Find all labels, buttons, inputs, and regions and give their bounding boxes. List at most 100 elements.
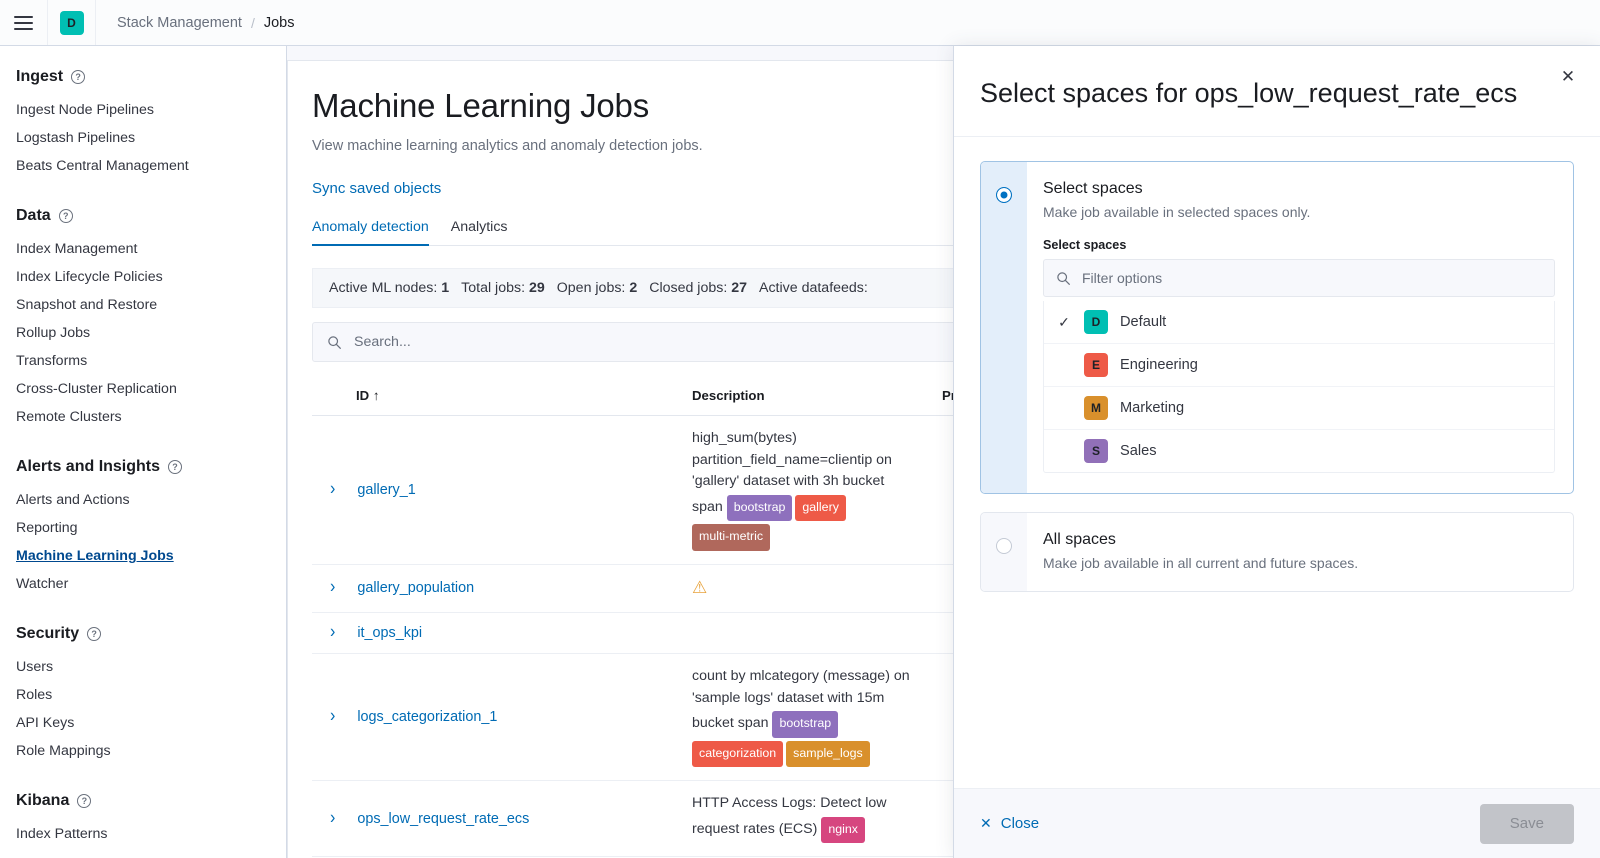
search-icon [1057,271,1070,285]
tag-badge[interactable]: sample_logs [786,740,870,767]
warning-icon[interactable]: ⚠ [692,578,707,597]
job-id-link[interactable]: gallery_1 [357,482,415,498]
job-id-link[interactable]: gallery_population [357,580,474,596]
space-name-label: Engineering [1120,357,1198,373]
stat-total-jobs: Total jobs: 29 [461,280,545,296]
sidebar-group-kibana: Kibana? Index Patterns [0,792,286,849]
sidebar-item-watcher[interactable]: Watcher [0,571,286,599]
job-id-link[interactable]: logs_categorization_1 [357,709,497,725]
space-avatar: D [59,10,84,35]
sidebar-item-reporting[interactable]: Reporting [0,515,286,543]
chevron-right-icon[interactable]: › [330,809,335,827]
breadcrumb-separator: / [250,14,255,31]
job-id-link[interactable]: it_ops_kpi [357,625,422,641]
filter-options-input[interactable] [1082,270,1542,286]
sidebar-item-index-management[interactable]: Index Management [0,236,286,264]
radio-all-spaces[interactable] [996,538,1012,554]
stat-label: Closed jobs: [649,280,732,296]
sidebar-item-alerts-and-actions[interactable]: Alerts and Actions [0,487,286,515]
cell-description: high_sum(bytes) partition_field_name=cli… [692,415,942,565]
close-button[interactable]: ✕ Close [980,815,1039,832]
chevron-right-icon[interactable]: › [330,707,335,726]
stat-active-datafeeds: Active datafeeds: [759,280,868,296]
tag-badge[interactable]: bootstrap [726,494,793,521]
sidebar-group-title: Ingest? [0,68,286,86]
option-radio-gutter-select-spaces[interactable] [981,162,1027,493]
sidebar-group-security: Security? Users Roles API Keys Role Mappings [0,625,286,766]
help-icon[interactable]: ? [77,794,92,808]
chevron-right-icon[interactable]: › [330,480,335,499]
radio-select-spaces[interactable] [996,187,1012,203]
filter-options-box[interactable] [1043,259,1555,297]
job-id-link[interactable]: ops_low_request_rate_ecs [357,811,529,827]
breadcrumb-item-stack-management[interactable]: Stack Management [117,15,242,31]
sidebar-item-machine-learning-jobs[interactable]: Machine Learning Jobs [0,543,286,571]
hamburger-menu-icon[interactable] [0,0,48,45]
sync-saved-objects-link[interactable]: Sync saved objects [312,180,441,197]
tag-badge[interactable]: gallery [795,494,846,521]
sidebar-item-users[interactable]: Users [0,654,286,682]
sort-asc-icon: ↑ [372,388,380,403]
help-icon[interactable]: ? [87,627,102,641]
cell-description: count by mlcategory (message) on 'sample… [692,653,942,781]
column-header-description[interactable]: Description [692,378,942,416]
sidebar-item-index-lifecycle-policies[interactable]: Index Lifecycle Policies [0,264,286,292]
stat-open-jobs: Open jobs: 2 [557,280,637,296]
space-option-marketing[interactable]: M Marketing [1044,387,1554,430]
space-option-default[interactable]: ✓ D Default [1044,301,1554,344]
cell-id: › logs_categorization_1 [312,653,692,781]
column-header-id[interactable]: ID ↑ [312,378,692,416]
select-spaces-field-label: Select spaces [1043,238,1127,252]
sidebar-item-cross-cluster-replication[interactable]: Cross-Cluster Replication [0,376,286,404]
space-name-label: Marketing [1120,400,1185,416]
close-icon[interactable]: ✕ [1557,66,1579,88]
stat-label: Total jobs: [461,280,529,296]
sidebar-item-remote-clusters[interactable]: Remote Clusters [0,404,286,432]
help-icon[interactable]: ? [58,209,73,223]
sidebar-group-label: Ingest [16,68,64,85]
tag-badge[interactable]: bootstrap [772,711,839,738]
stat-value: 27 [731,280,747,296]
sidebar-item-rollup-jobs[interactable]: Rollup Jobs [0,320,286,348]
space-switcher-button[interactable]: D [48,0,96,45]
spaces-option-list: ✓ D Default E Engineering M Marketing S Sales [1043,301,1555,473]
option-title-all-spaces: All spaces [1043,531,1116,548]
option-title-select-spaces: Select spaces [1043,180,1143,197]
tag-badge[interactable]: multi-metric [692,524,771,551]
stat-closed-jobs: Closed jobs: 27 [649,280,747,296]
sidebar-item-api-keys[interactable]: API Keys [0,710,286,738]
sidebar-item-role-mappings[interactable]: Role Mappings [0,738,286,766]
chevron-right-icon[interactable]: › [330,578,335,597]
cell-description [692,612,942,654]
breadcrumb-item-jobs[interactable]: Jobs [264,15,295,31]
flyout-title: Select spaces for ops_low_request_rate_e… [980,78,1518,108]
sidebar-item-beats-central-management[interactable]: Beats Central Management [0,153,286,181]
save-button[interactable]: Save [1479,803,1574,844]
sidebar-group-label: Kibana [16,792,70,809]
space-option-sales[interactable]: S Sales [1044,430,1554,472]
sidebar-item-logstash-pipelines[interactable]: Logstash Pipelines [0,125,286,153]
help-icon[interactable]: ? [168,460,183,474]
tag-badge[interactable]: nginx [821,816,865,843]
tab-anomaly-detection[interactable]: Anomaly detection [312,219,429,246]
option-radio-gutter-all-spaces[interactable] [981,513,1027,591]
sidebar-item-snapshot-and-restore[interactable]: Snapshot and Restore [0,292,286,320]
check-icon: ✓ [1058,313,1070,330]
sidebar-group-data: Data? Index Management Index Lifecycle Pol… [0,207,286,432]
help-icon[interactable]: ? [71,70,86,84]
sidebar-item-index-patterns[interactable]: Index Patterns [0,821,286,849]
option-card-all-spaces[interactable]: All spaces Make job available in all cur… [980,512,1574,592]
tag-badge[interactable]: categorization [692,740,784,767]
chevron-right-icon[interactable]: › [330,623,335,642]
option-card-select-spaces[interactable]: Select spaces Make job available in sele… [980,161,1574,494]
sidebar-item-transforms[interactable]: Transforms [0,348,286,376]
space-option-engineering[interactable]: E Engineering [1044,344,1554,387]
sidebar-group-title: Security? [0,625,286,643]
stat-value: 1 [441,280,450,296]
sidebar-item-ingest-node-pipelines[interactable]: Ingest Node Pipelines [0,97,286,125]
flyout-body: Select spaces Make job available in sele… [954,137,1600,788]
cell-id: › gallery_1 [312,415,692,565]
tab-analytics[interactable]: Analytics [451,219,508,246]
sidebar-item-roles[interactable]: Roles [0,682,286,710]
option-description-select-spaces: Make job available in selected spaces on… [1043,204,1311,220]
